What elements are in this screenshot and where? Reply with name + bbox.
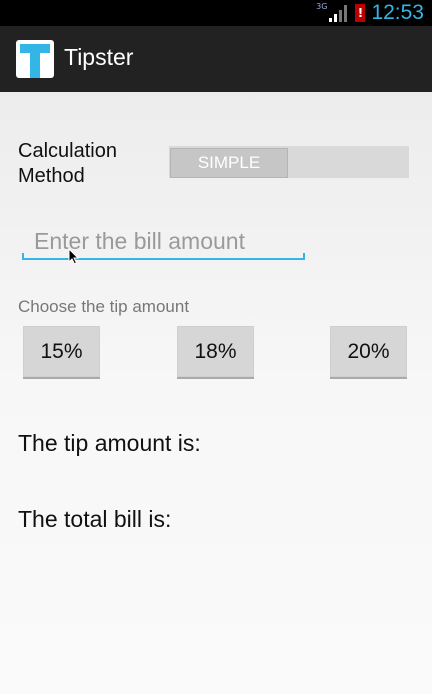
action-bar: Tipster [0,26,432,92]
alert-icon: ! [355,4,366,22]
status-clock: 12:53 [371,1,424,24]
app-icon[interactable] [16,40,54,78]
total-bill-label: The total bill is: [18,506,172,532]
choose-tip-label: Choose the tip amount [18,297,190,316]
signal-icon [329,5,348,22]
input-underline [22,253,305,260]
status-icons: 3G ! 12:53 [316,0,424,26]
calculation-method-toggle[interactable]: SIMPLE [169,146,409,178]
calculation-method-label: Calculation Method [18,140,117,187]
app-title: Tipster [64,44,134,70]
tip-amount-label: The tip amount is: [18,430,201,456]
tip-18-button[interactable]: 18% [177,326,254,379]
network-type-label: 3G [316,1,328,11]
bill-amount-input[interactable] [22,224,304,258]
tip-15-button[interactable]: 15% [23,326,100,379]
tip-20-button[interactable]: 20% [330,326,407,379]
toggle-thumb[interactable]: SIMPLE [170,148,288,178]
status-bar: 3G ! 12:53 [0,0,432,26]
mouse-cursor-icon [68,248,80,265]
